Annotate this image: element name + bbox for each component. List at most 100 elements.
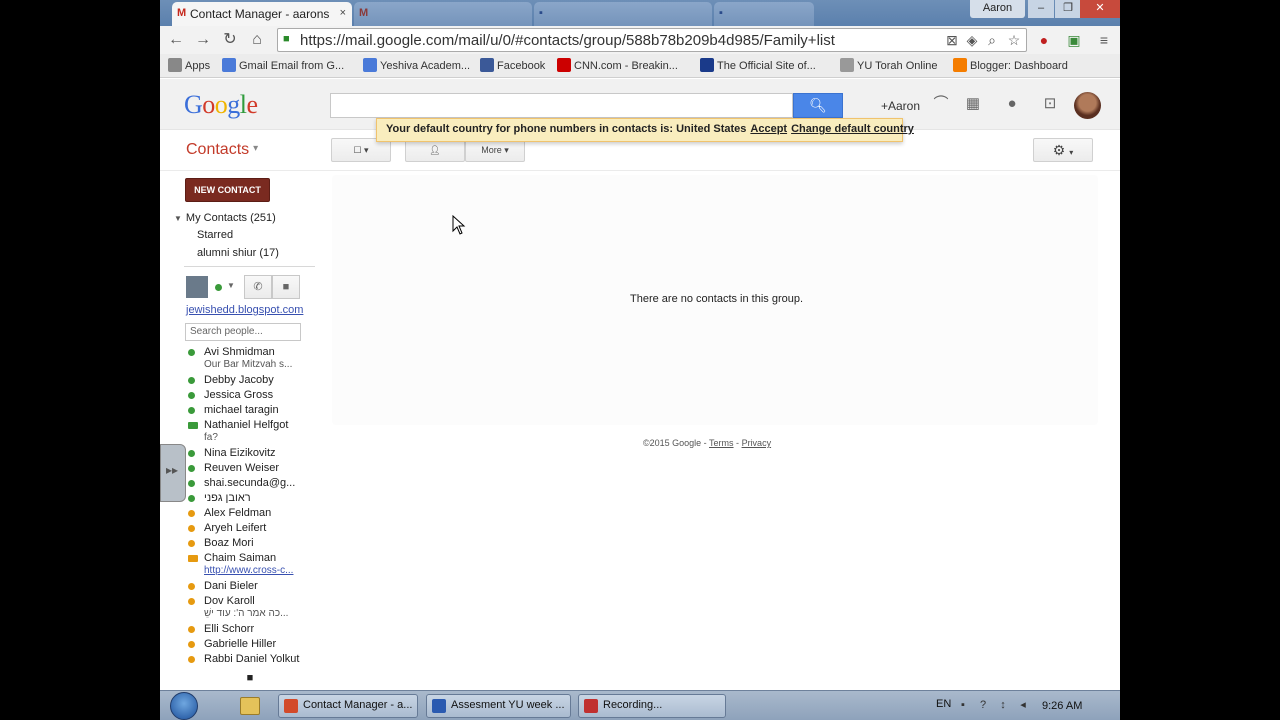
chat-contact-name: Aryeh Leifert: [204, 522, 267, 534]
folder-icon[interactable]: [240, 697, 260, 715]
chat-contact-name: Debby Jacoby: [204, 374, 274, 386]
bookmark-item[interactable]: The Official Site of...: [700, 58, 816, 72]
back-icon[interactable]: ←: [166, 30, 186, 50]
status-dot: [188, 407, 195, 414]
expand-triangle-icon[interactable]: ▼: [174, 214, 182, 223]
tab-3[interactable]: ▪: [534, 2, 712, 26]
phone-icon: ✆: [253, 281, 263, 293]
tab-4[interactable]: ▪: [714, 2, 814, 26]
profile-button[interactable]: Aaron: [970, 0, 1025, 18]
status-dot: [188, 495, 195, 502]
apps-grid-icon[interactable]: ▦: [963, 94, 983, 114]
search-input[interactable]: [330, 93, 793, 118]
language-indicator[interactable]: EN: [936, 698, 951, 710]
phone-call-button[interactable]: ✆: [244, 275, 272, 299]
chat-contact-name: Jessica Gross: [204, 389, 274, 401]
my-contacts-group[interactable]: ▼ My Contacts (251): [174, 212, 276, 224]
lock-icon: ■: [283, 33, 290, 45]
contacts-menu[interactable]: Contacts ▾: [186, 141, 258, 159]
url-text[interactable]: https://mail.google.com/mail/u/0/#contac…: [300, 32, 835, 49]
taskbar-item-label: Assesment YU week ...: [451, 699, 565, 711]
chat-panel-toggle[interactable]: ▸▸: [160, 444, 186, 502]
extension-icon[interactable]: ⊠: [942, 30, 962, 50]
bookmark-item[interactable]: Gmail Email from G...: [222, 58, 344, 72]
footer: ©2015 Google - Terms - Privacy: [643, 438, 771, 448]
change-country-link[interactable]: Change default country: [791, 123, 914, 135]
chevron-down-icon: ▾: [364, 145, 369, 155]
tray-icon[interactable]: ▪: [957, 699, 969, 711]
chat-contact-name: Boaz Mori: [204, 537, 254, 549]
extension-icon[interactable]: ●: [1034, 30, 1054, 50]
terms-link[interactable]: Terms: [709, 438, 734, 448]
video-call-button[interactable]: ■: [272, 275, 300, 299]
chat-contact-name: shai.secunda@g...: [204, 477, 296, 489]
extension-icon[interactable]: ◈: [962, 30, 982, 50]
empty-group-message: There are no contacts in this group.: [630, 293, 804, 305]
video-icon: ■: [282, 281, 290, 293]
chevron-down-icon[interactable]: ▼: [227, 281, 235, 290]
search-button[interactable]: 🔍︎: [793, 93, 843, 118]
footer-copyright: ©2015 Google -: [643, 438, 707, 448]
close-window-button[interactable]: ✕: [1080, 0, 1120, 18]
start-button[interactable]: [170, 692, 198, 720]
tab-2[interactable]: M: [354, 2, 532, 26]
google-logo[interactable]: Google: [184, 90, 258, 120]
divider: [184, 266, 315, 267]
my-contacts-label: My Contacts (251): [185, 212, 276, 224]
bookmark-item[interactable]: CNN.com - Breakin...: [557, 58, 678, 72]
taskbar-item[interactable]: Contact Manager - a...: [278, 694, 418, 718]
screen: M Contact Manager - aarons × M ▪ ▪ Aaron…: [160, 0, 1120, 720]
accept-link[interactable]: Accept: [750, 123, 787, 135]
chat-contact-name: Avi Shmidman: [204, 346, 275, 358]
chat-avatar[interactable]: [186, 276, 208, 298]
bookmark-item[interactable]: Facebook: [480, 58, 545, 72]
app-icon: [284, 699, 298, 713]
add-person-icon: 👤︎: [429, 145, 441, 155]
tab-close-icon[interactable]: ×: [340, 7, 346, 19]
privacy-link[interactable]: Privacy: [742, 438, 772, 448]
bookmark-item[interactable]: YU Torah Online: [840, 58, 938, 72]
plus-profile-link[interactable]: +Aaron: [881, 99, 920, 113]
address-bar[interactable]: ■ https://mail.google.com/mail/u/0/#cont…: [277, 28, 1027, 52]
new-contact-button[interactable]: NEW CONTACT: [185, 178, 270, 202]
share-icon[interactable]: ⊡: [1040, 94, 1060, 114]
maximize-button[interactable]: ❐: [1055, 0, 1081, 18]
signal-icon[interactable]: ⌒: [931, 94, 951, 114]
bookmark-item[interactable]: Blogger: Dashboard: [953, 58, 1068, 72]
reload-icon[interactable]: ↻: [220, 30, 240, 50]
video-status-icon: [188, 422, 198, 429]
gear-icon: ⚙: [1052, 142, 1066, 158]
network-icon[interactable]: ↕: [997, 699, 1009, 711]
settings-button[interactable]: ⚙ ▾: [1033, 138, 1093, 162]
star-icon[interactable]: ☆: [1004, 30, 1024, 50]
home-icon[interactable]: ⌂: [247, 30, 267, 50]
minimize-button[interactable]: –: [1028, 0, 1054, 18]
logo-letter: l: [239, 90, 247, 119]
bookmark-item[interactable]: Apps: [168, 58, 210, 72]
twitter-icon: ▪: [719, 7, 723, 19]
taskbar-item[interactable]: Recording...: [578, 694, 726, 718]
menu-icon[interactable]: ≡: [1094, 30, 1114, 50]
chat-status-link[interactable]: jewishedd.blogspot.com: [186, 304, 303, 316]
chat-bubble-icon[interactable]: ■: [243, 672, 257, 686]
logo-letter: o: [214, 90, 228, 119]
group-alumni-shiur[interactable]: alumni shiur (17): [197, 247, 279, 259]
avatar[interactable]: [1074, 92, 1101, 119]
tab-label: Contact Manager - aarons: [190, 7, 330, 21]
zoom-icon[interactable]: ⌕: [982, 30, 1002, 50]
status-dot: [188, 480, 195, 487]
status-dot[interactable]: [215, 284, 222, 291]
help-icon[interactable]: ?: [977, 699, 989, 711]
status-dot: [188, 656, 195, 663]
volume-icon[interactable]: ◂: [1017, 699, 1029, 711]
bookmark-icon: [222, 58, 236, 72]
forward-icon[interactable]: →: [193, 30, 213, 50]
extension-icon[interactable]: ▣: [1064, 30, 1084, 50]
taskbar-item[interactable]: Assesment YU week ...: [426, 694, 571, 718]
bookmark-item[interactable]: Yeshiva Academ...: [363, 58, 470, 72]
group-starred[interactable]: Starred: [197, 229, 233, 241]
chat-contact-status-message: כה אמר ה': עוד ישֵׁ...: [204, 608, 289, 619]
notifications-icon[interactable]: ●: [1002, 94, 1022, 114]
search-people-input[interactable]: Search people...: [185, 323, 301, 341]
tab-contact-manager[interactable]: M Contact Manager - aarons ×: [172, 2, 352, 26]
